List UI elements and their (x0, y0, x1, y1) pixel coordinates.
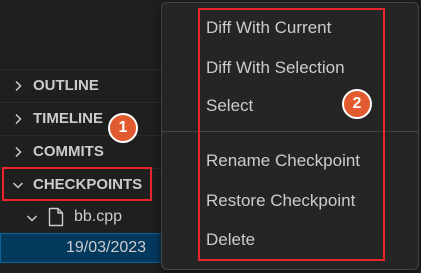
chevron-down-icon (26, 211, 38, 223)
menu-item-restore-checkpoint[interactable]: Restore Checkpoint (206, 187, 355, 215)
screenshot-root: OUTLINE TIMELINE COMMITS CHECKPOINTS bb.… (0, 0, 421, 273)
section-commits-label: COMMITS (33, 143, 104, 160)
file-icon (48, 207, 64, 227)
section-outline-label: OUTLINE (33, 77, 99, 94)
menu-item-delete[interactable]: Delete (206, 226, 255, 254)
annotation-badge-2: 2 (342, 89, 372, 119)
menu-item-select[interactable]: Select (206, 92, 253, 120)
context-menu: Diff With Current Diff With Selection Se… (161, 2, 419, 270)
menu-separator (162, 131, 418, 132)
checkpoint-entry: 19/03/2023 (66, 239, 147, 256)
menu-item-rename-checkpoint[interactable]: Rename Checkpoint (206, 147, 360, 175)
file-name: bb.cpp (74, 208, 123, 225)
section-timeline-label: TIMELINE (33, 110, 103, 127)
chevron-right-icon (12, 80, 24, 92)
menu-item-diff-with-current[interactable]: Diff With Current (206, 14, 331, 42)
chevron-down-icon (12, 179, 24, 191)
chevron-right-icon (12, 146, 24, 158)
section-checkpoints-label: CHECKPOINTS (33, 176, 143, 193)
annotation-badge-1: 1 (108, 113, 138, 143)
menu-item-diff-with-selection[interactable]: Diff With Selection (206, 54, 345, 82)
chevron-right-icon (12, 113, 24, 125)
